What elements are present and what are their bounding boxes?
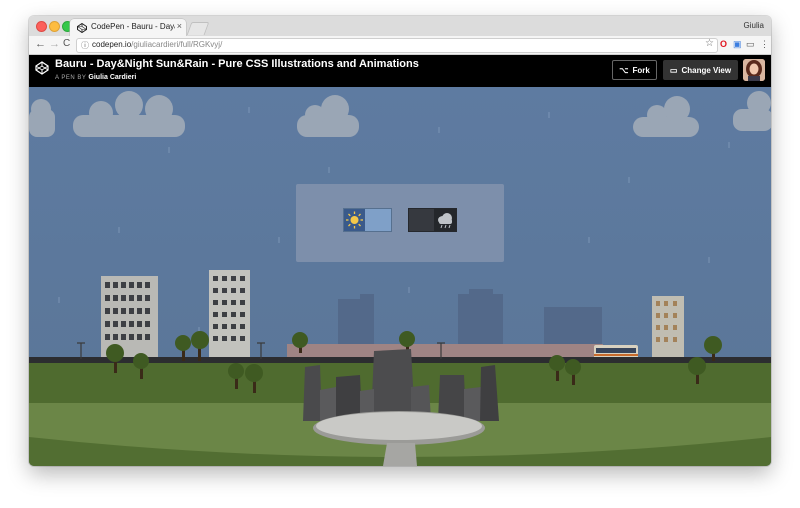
address-bar[interactable]: ⓘ codepen.io/giuliacardieri/full/RGKvyj/…	[76, 38, 718, 53]
bookmark-star-icon[interactable]: ☆	[705, 38, 714, 49]
browser-toolbar: ← → C ⓘ codepen.io/giuliacardieri/full/R…	[29, 36, 771, 55]
forward-icon[interactable]: →	[49, 38, 60, 50]
fork-icon: ⌥	[619, 65, 629, 75]
url-path: /giuliacardieri/full/RGKvyj/	[131, 40, 223, 49]
tab-strip: CodePen - Bauru - Day&Night × Giulia	[29, 16, 771, 36]
url-host: codepen.io	[92, 40, 132, 49]
new-tab-button[interactable]	[186, 22, 210, 35]
pen-title: Bauru - Day&Night Sun&Rain - Pure CSS Il…	[55, 58, 419, 70]
tab-close-icon[interactable]: ×	[177, 21, 182, 31]
extension-icon[interactable]: ▣	[733, 39, 742, 50]
user-avatar[interactable]	[743, 59, 765, 81]
cast-icon[interactable]: ▭	[746, 39, 755, 50]
close-window-button[interactable]	[36, 21, 47, 32]
opera-extension-icon[interactable]: O	[720, 39, 727, 50]
illustration-canvas	[29, 87, 771, 466]
sun-mode-button[interactable]	[343, 208, 392, 232]
byline-prefix: A PEN BY	[55, 75, 87, 81]
codepen-logo-icon[interactable]	[35, 61, 49, 75]
change-view-label: Change View	[681, 65, 732, 75]
back-icon[interactable]: ←	[35, 38, 46, 50]
fork-button[interactable]: ⌥ Fork	[612, 60, 657, 80]
browser-menu-icon[interactable]: ⋮	[760, 39, 769, 50]
sun-icon	[346, 211, 363, 229]
rain-icon-box	[434, 209, 456, 231]
city-scene	[29, 87, 771, 466]
fountain-path	[383, 443, 417, 466]
layout-icon: ▭	[669, 65, 678, 75]
profile-name[interactable]: Giulia	[744, 21, 764, 30]
sun-icon-box	[344, 209, 365, 231]
codepen-header: Bauru - Day&Night Sun&Rain - Pure CSS Il…	[29, 55, 771, 87]
tab-codepen[interactable]: CodePen - Bauru - Day&Night ×	[70, 19, 186, 36]
building-right	[652, 296, 684, 364]
minimize-window-button[interactable]	[49, 21, 60, 32]
rain-mode-button[interactable]	[408, 208, 457, 232]
building-center-left	[209, 270, 250, 364]
browser-window: CodePen - Bauru - Day&Night × Giulia ← →…	[29, 16, 771, 466]
reload-icon[interactable]: C	[63, 38, 70, 50]
fork-label: Fork	[632, 65, 650, 75]
pen-byline: A PEN BY Giulia Cardieri	[55, 74, 136, 81]
author-link[interactable]: Giulia Cardieri	[88, 74, 136, 81]
url-text: codepen.io/giuliacardieri/full/RGKvyj/	[92, 40, 222, 49]
fountain-water	[316, 412, 482, 440]
weather-toggle-panel	[296, 184, 504, 262]
cloud-rain-icon	[438, 213, 452, 229]
info-icon[interactable]: ⓘ	[81, 40, 89, 51]
codepen-favicon-icon	[77, 23, 87, 33]
avatar-portrait-icon	[743, 59, 765, 81]
change-view-button[interactable]: ▭ Change View	[663, 60, 738, 80]
tab-title: CodePen - Bauru - Day&Night	[91, 22, 175, 31]
